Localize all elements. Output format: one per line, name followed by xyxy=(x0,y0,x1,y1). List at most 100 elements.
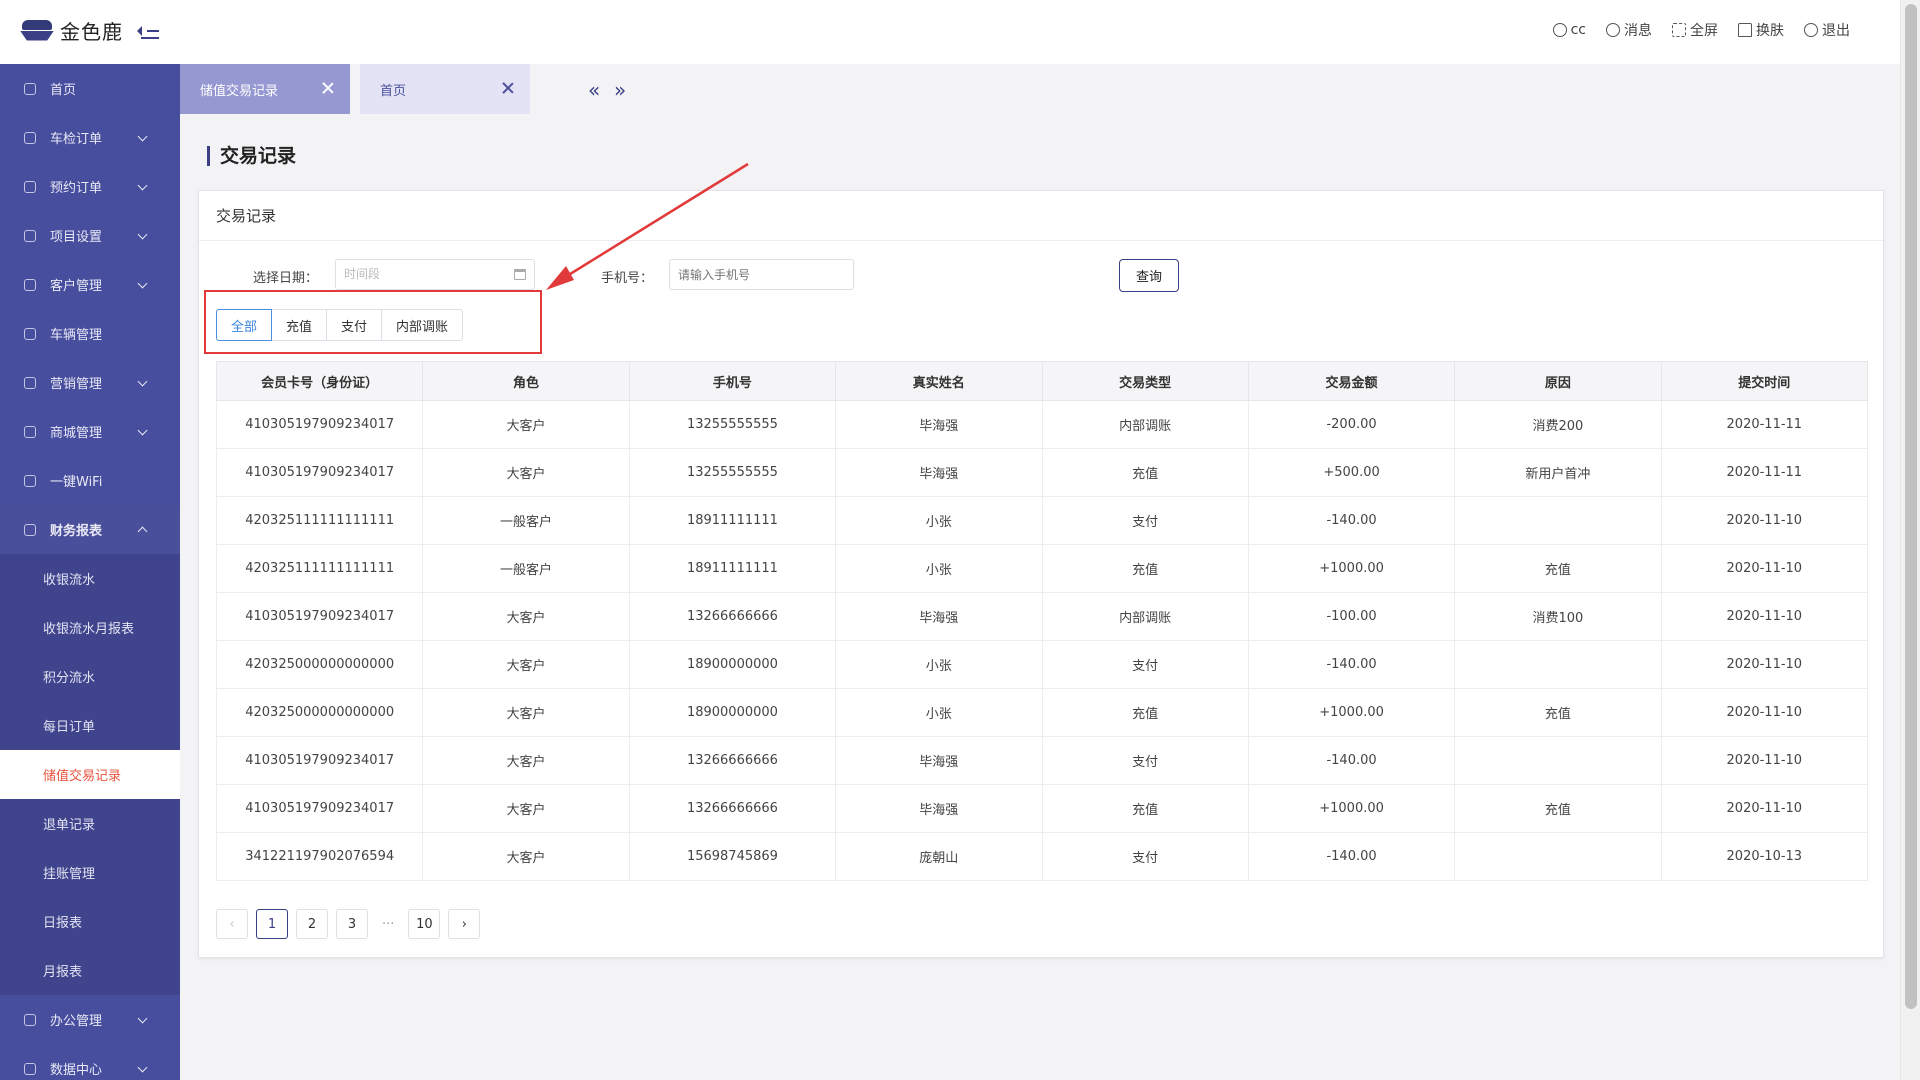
table-row[interactable]: 410305197909234017 大客户 13255555555 毕海强 充值 +50… xyxy=(215,448,1869,497)
chevron-up-icon xyxy=(137,526,148,537)
next-page-button[interactable]: › xyxy=(448,909,481,939)
power-icon xyxy=(1804,23,1818,37)
sidebar-subitem-credit-accounts[interactable]: 挂账管理 xyxy=(0,848,180,897)
sidebar-item-customers[interactable]: 客户管理 xyxy=(0,260,180,309)
sidebar-subitem-monthly-report[interactable]: 月报表 xyxy=(0,946,180,995)
table-cell: +500.00 xyxy=(1247,448,1456,497)
tabs-scroll-left-icon[interactable]: « xyxy=(588,80,600,100)
sidebar-item-home[interactable]: 首页 xyxy=(0,64,180,113)
table-cell xyxy=(1454,832,1662,881)
table-row[interactable]: 420325000000000000 大客户 18900000000 小张 充值 +100… xyxy=(215,688,1869,737)
prev-page-button[interactable]: ‹ xyxy=(216,909,248,939)
sidebar-item-label: 客户管理 xyxy=(50,279,103,294)
table-cell: 420325000000000000 xyxy=(215,688,424,737)
table-cell: 大客户 xyxy=(422,400,630,449)
table-cell: 15698745869 xyxy=(628,832,837,881)
sidebar-item-finance[interactable]: 财务报表 xyxy=(0,505,180,554)
table-cell: 小张 xyxy=(835,688,1043,737)
messages-button[interactable]: 消息 xyxy=(1606,20,1652,40)
date-range-input[interactable]: 时间段 xyxy=(335,259,535,290)
table-cell: 支付 xyxy=(1041,496,1249,545)
chevron-down-icon xyxy=(137,229,148,240)
sidebar-subitem-points-flow[interactable]: 积分流水 xyxy=(0,652,180,701)
column-header[interactable]: 提交时间 xyxy=(1660,361,1869,401)
segment-all[interactable]: 全部 xyxy=(216,309,273,341)
table-row[interactable]: 410305197909234017 大客户 13255555555 毕海强 内部调账 -… xyxy=(215,400,1869,449)
table-row[interactable]: 410305197909234017 大客户 13266666666 毕海强 支付 -14… xyxy=(215,736,1869,785)
sidebar-item-label: 项目设置 xyxy=(50,230,103,245)
tab-stored-value-transactions[interactable]: 储值交易记录 xyxy=(180,64,350,114)
sidebar-item-project-settings[interactable]: 项目设置 xyxy=(0,211,180,260)
table-cell: 大客户 xyxy=(422,736,630,785)
sidebar-item-wifi[interactable]: 一键WiFi xyxy=(0,456,180,505)
close-icon[interactable] xyxy=(502,82,514,94)
page-button-10[interactable]: 10 xyxy=(408,909,441,939)
deer-logo-icon xyxy=(20,18,54,44)
table-row[interactable]: 341221197902076594 大客户 15698745869 庞朝山 支付 -14… xyxy=(215,832,1869,881)
sidebar-item-office[interactable]: 办公管理 xyxy=(0,995,180,1044)
table-cell: 充值 xyxy=(1041,784,1249,833)
table-cell: -140.00 xyxy=(1247,496,1456,545)
tab-home[interactable]: 首页 xyxy=(360,64,530,114)
sidebar-item-data-center[interactable]: 数据中心 xyxy=(0,1044,180,1080)
sidebar-item-inspection-orders[interactable]: 车检订单 xyxy=(0,113,180,162)
table-row[interactable]: 420325000000000000 大客户 18900000000 小张 支付 -140… xyxy=(215,640,1869,689)
skin-button[interactable]: 换肤 xyxy=(1738,20,1784,40)
tabs-scroll-right-icon[interactable]: » xyxy=(614,80,626,100)
page-button-3[interactable]: 3 xyxy=(336,909,368,939)
sidebar-item-vehicles[interactable]: 车辆管理 xyxy=(0,309,180,358)
table-cell: 420325111111111111 xyxy=(215,496,424,545)
sidebar-item-booking-orders[interactable]: 预约订单 xyxy=(0,162,180,211)
sidebar-item-label: 办公管理 xyxy=(50,1014,103,1029)
column-header[interactable]: 会员卡号（身份证） xyxy=(215,361,424,401)
table-cell: 支付 xyxy=(1041,832,1249,881)
table-row[interactable]: 410305197909234017 大客户 13266666666 毕海强 内部调账 -… xyxy=(215,592,1869,641)
sidebar: 首页 车检订单 预约订单 项目设置 客户管理 车辆管理 营销管理 商城管理 一键… xyxy=(0,64,180,1080)
office-icon xyxy=(24,1013,36,1026)
sidebar-subitem-cash-flow-monthly[interactable]: 收银流水月报表 xyxy=(0,603,180,652)
chevron-down-icon xyxy=(137,278,148,289)
logout-button[interactable]: 退出 xyxy=(1804,20,1850,40)
sidebar-subitem-stored-value-transactions[interactable]: 储值交易记录 xyxy=(0,750,180,799)
table-row[interactable]: 420325111111111111 一般客户 18911111111 小张 支付 -14… xyxy=(215,496,1869,545)
chevron-down-icon xyxy=(137,1062,148,1073)
page-button-1[interactable]: 1 xyxy=(256,909,288,939)
page-ellipsis[interactable]: ··· xyxy=(376,909,401,939)
column-header[interactable]: 交易金额 xyxy=(1247,361,1456,401)
sidebar-item-marketing[interactable]: 营销管理 xyxy=(0,358,180,407)
sidebar-item-label: 财务报表 xyxy=(50,524,103,539)
sidebar-item-label: 数据中心 xyxy=(50,1063,103,1078)
table-cell: 内部调账 xyxy=(1041,592,1249,641)
table-row[interactable]: 410305197909234017 大客户 13266666666 毕海强 充值 +10… xyxy=(215,784,1869,833)
sidebar-subitem-daily-report[interactable]: 日报表 xyxy=(0,897,180,946)
table-cell: 420325000000000000 xyxy=(215,640,424,689)
brand-logo[interactable]: 金色鹿 xyxy=(20,16,159,45)
brand-name: 金色鹿 xyxy=(60,20,123,44)
column-header[interactable]: 原因 xyxy=(1454,361,1662,401)
scrollbar-thumb[interactable] xyxy=(1905,4,1917,1009)
close-icon[interactable] xyxy=(322,82,334,94)
menu-fold-icon[interactable] xyxy=(137,22,159,40)
page-scrollbar[interactable] xyxy=(1900,0,1920,1080)
table-cell: -200.00 xyxy=(1247,400,1456,449)
column-header[interactable]: 角色 xyxy=(422,361,630,401)
table-cell: 支付 xyxy=(1041,736,1249,785)
fullscreen-button[interactable]: 全屏 xyxy=(1672,20,1718,40)
column-header[interactable]: 真实姓名 xyxy=(835,361,1043,401)
table-cell: -100.00 xyxy=(1247,592,1456,641)
messages-label: 消息 xyxy=(1624,23,1652,39)
sidebar-item-shop[interactable]: 商城管理 xyxy=(0,407,180,456)
table-row[interactable]: 420325111111111111 一般客户 18911111111 小张 充值 +10… xyxy=(215,544,1869,593)
column-header[interactable]: 交易类型 xyxy=(1041,361,1249,401)
sidebar-subitem-refunds[interactable]: 退单记录 xyxy=(0,799,180,848)
sidebar-subitem-daily-orders[interactable]: 每日订单 xyxy=(0,701,180,750)
column-header[interactable]: 手机号 xyxy=(628,361,837,401)
sidebar-subitem-cash-flow[interactable]: 收银流水 xyxy=(0,554,180,603)
table-cell: 新用户首冲 xyxy=(1454,448,1662,497)
table-cell: -140.00 xyxy=(1247,640,1456,689)
page-button-2[interactable]: 2 xyxy=(296,909,328,939)
table-header-row: 会员卡号（身份证） 角色 手机号 真实姓名 交易类型 交易金额 原因 提交时间 xyxy=(215,361,1869,401)
home-icon xyxy=(24,82,36,95)
user-menu[interactable]: cc xyxy=(1552,20,1586,40)
query-button[interactable]: 查询 xyxy=(1119,259,1179,292)
